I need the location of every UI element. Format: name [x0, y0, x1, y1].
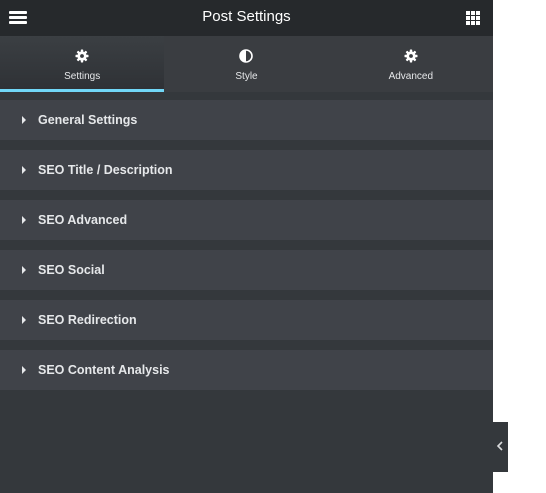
caret-right-icon	[22, 266, 26, 274]
section-seo-content-analysis[interactable]: SEO Content Analysis	[0, 350, 493, 390]
grid-icon[interactable]	[466, 11, 480, 25]
tab-advanced[interactable]: Advanced	[328, 36, 493, 92]
tab-settings-label: Settings	[64, 71, 101, 82]
half-circle-icon	[239, 49, 254, 63]
settings-sections: General Settings SEO Title / Description…	[0, 100, 493, 400]
section-label: SEO Redirection	[38, 313, 137, 327]
tab-settings[interactable]: Settings	[0, 36, 165, 92]
section-label: SEO Title / Description	[38, 163, 173, 177]
panel-title: Post Settings	[202, 8, 291, 25]
tab-advanced-label: Advanced	[388, 71, 434, 82]
section-label: General Settings	[38, 113, 138, 127]
section-general-settings[interactable]: General Settings	[0, 100, 493, 140]
section-label: SEO Content Analysis	[38, 363, 170, 377]
editor-panel: Post Settings Settings Style Advanced Ge…	[0, 0, 493, 493]
caret-right-icon	[22, 166, 26, 174]
gear-icon	[75, 49, 89, 63]
caret-right-icon	[22, 116, 26, 124]
caret-right-icon	[22, 216, 26, 224]
tab-style-label: Style	[235, 71, 258, 82]
caret-right-icon	[22, 316, 26, 324]
tab-style[interactable]: Style	[164, 36, 329, 92]
collapse-panel-button[interactable]	[493, 422, 508, 472]
section-label: SEO Advanced	[38, 213, 128, 227]
section-seo-redirection[interactable]: SEO Redirection	[0, 300, 493, 340]
chevron-left-icon	[496, 441, 503, 451]
caret-right-icon	[22, 366, 26, 374]
section-seo-title-description[interactable]: SEO Title / Description	[0, 150, 493, 190]
section-seo-advanced[interactable]: SEO Advanced	[0, 200, 493, 240]
section-seo-social[interactable]: SEO Social	[0, 250, 493, 290]
panel-tabs: Settings Style Advanced	[0, 36, 493, 92]
gear-icon	[404, 49, 418, 63]
panel-header: Post Settings	[0, 0, 493, 36]
section-label: SEO Social	[38, 263, 105, 277]
